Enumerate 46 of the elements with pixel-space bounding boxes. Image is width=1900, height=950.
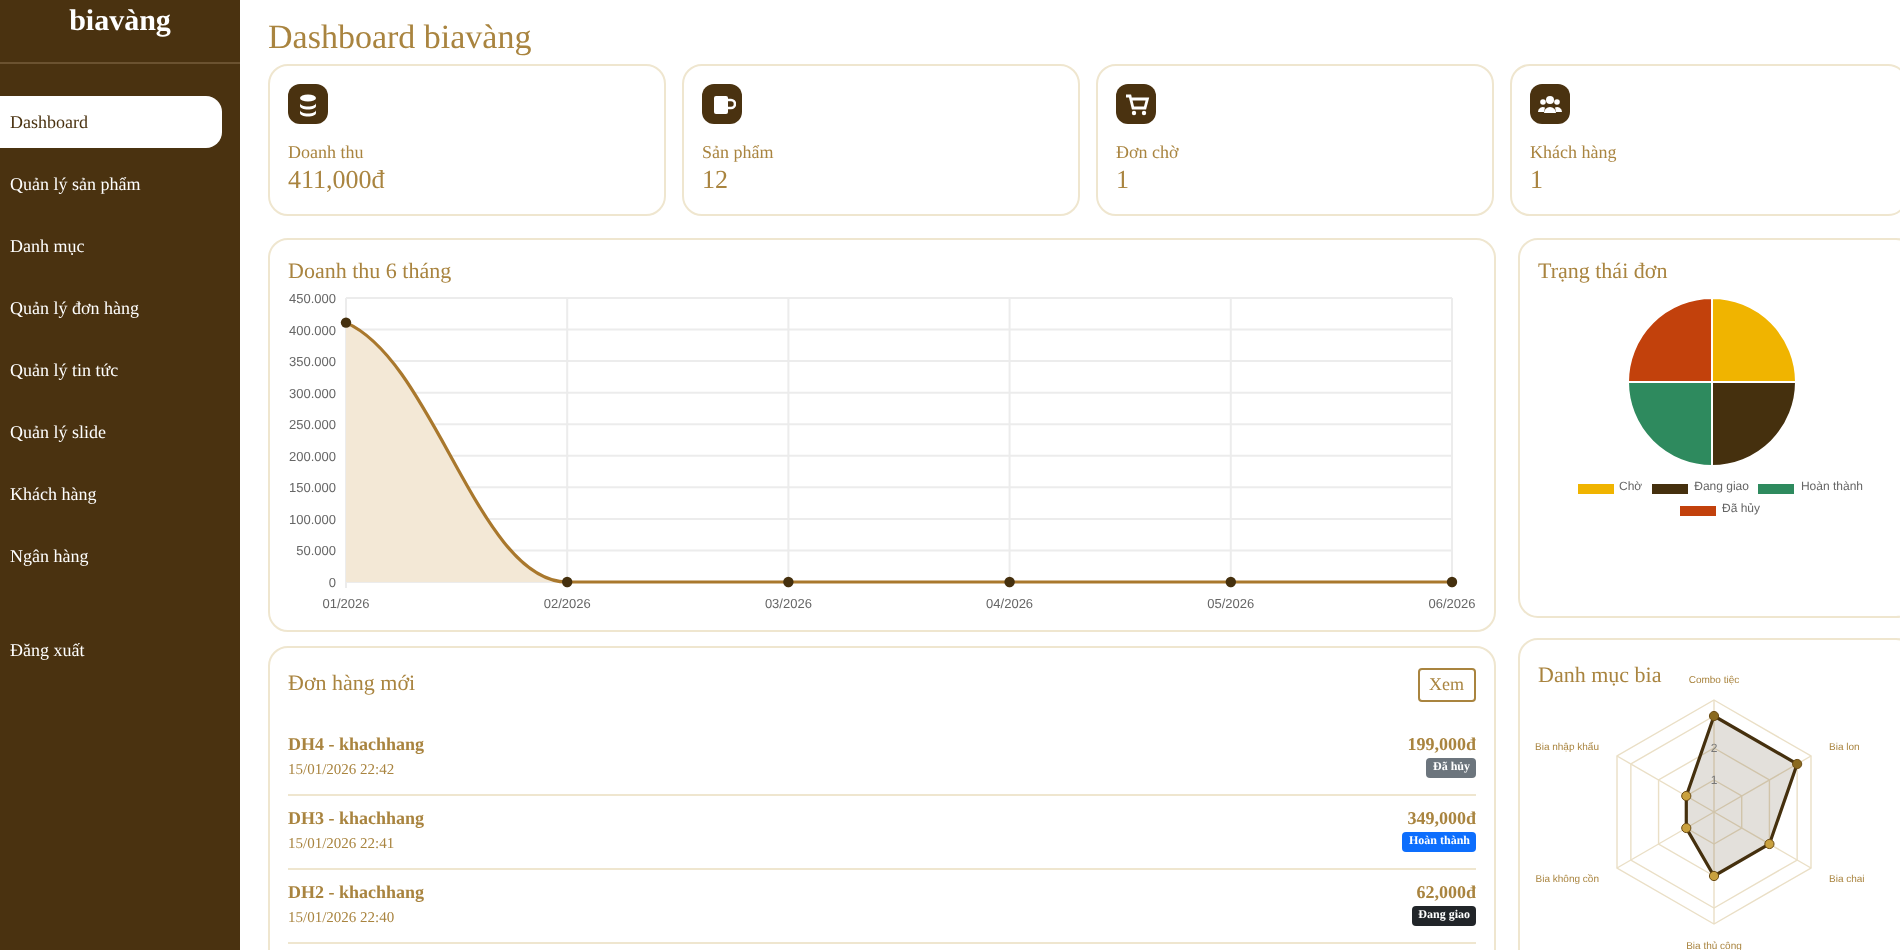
order-amount: 62,000đ xyxy=(1416,880,1476,904)
chart-title: Trạng thái đơn xyxy=(1538,258,1668,288)
order-amount: 199,000đ xyxy=(1407,732,1476,756)
data-point xyxy=(340,317,352,328)
coins-icon xyxy=(288,84,328,124)
data-point xyxy=(783,576,794,588)
nav-item[interactable]: Quản lý slide xyxy=(0,406,240,458)
page-title: Dashboard biavàng xyxy=(268,16,534,60)
view-button[interactable]: Xem xyxy=(1417,668,1476,702)
cart-icon xyxy=(1116,84,1156,124)
nav-item[interactable]: Ngân hàng xyxy=(0,530,240,582)
chart-title: Doanh thu 6 tháng xyxy=(288,258,452,288)
order-title: DH3 - khachhang xyxy=(288,806,425,830)
nav-item[interactable]: Khách hàng xyxy=(0,468,240,520)
mug-icon xyxy=(702,84,742,124)
stat-value: 1 xyxy=(1530,164,1545,196)
chart-title: Danh mục bia xyxy=(1538,662,1662,692)
data-point xyxy=(1792,758,1803,770)
order-amount: 349,000đ xyxy=(1407,806,1476,830)
nav-item[interactable]: Quản lý sản phẩm xyxy=(0,158,240,210)
nav-item[interactable]: Quản lý tin tức xyxy=(0,344,240,396)
data-point xyxy=(1004,576,1015,588)
data-point xyxy=(1764,838,1775,850)
users-icon xyxy=(1530,84,1570,124)
order-title: DH4 - khachhang xyxy=(288,732,425,756)
nav-item[interactable]: Quản lý đơn hàng xyxy=(0,282,240,334)
data-point xyxy=(1708,870,1720,882)
order-title: DH2 - khachhang xyxy=(288,880,425,904)
orders-title: Đơn hàng mới xyxy=(288,670,416,700)
data-point xyxy=(1681,822,1692,834)
stat-value: 12 xyxy=(702,164,730,196)
nav-item[interactable]: Danh mục xyxy=(0,220,240,272)
data-point xyxy=(1708,710,1720,722)
stat-label: Sản phẩm xyxy=(702,140,776,164)
stat-value: 411,000đ xyxy=(288,164,387,196)
data-point xyxy=(562,576,573,588)
stat-value: 1 xyxy=(1116,164,1131,196)
stat-label: Doanh thu xyxy=(288,140,366,164)
logout-link[interactable]: Đăng xuất xyxy=(0,624,240,676)
nav-item[interactable]: Dashboard xyxy=(0,96,222,148)
data-point xyxy=(1446,576,1458,588)
data-point xyxy=(1681,790,1692,802)
brand-name: biavàng xyxy=(69,4,171,43)
stat-label: Đơn chờ xyxy=(1116,140,1181,164)
data-point xyxy=(1225,576,1236,588)
stat-label: Khách hàng xyxy=(1530,140,1619,164)
